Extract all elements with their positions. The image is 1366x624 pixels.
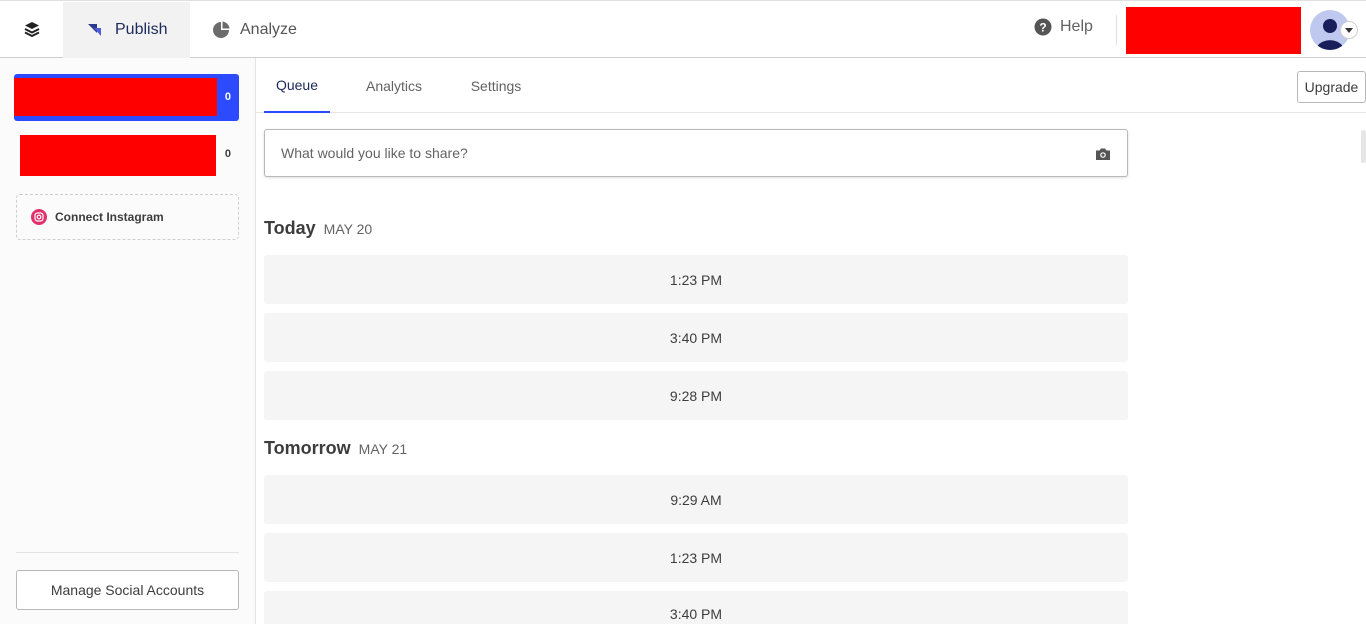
account-menu-toggle[interactable] bbox=[1340, 21, 1358, 39]
instagram-icon bbox=[31, 209, 47, 225]
account-post-count: 0 bbox=[224, 91, 231, 103]
nav-publish[interactable]: Publish bbox=[63, 2, 190, 58]
account-post-count: 0 bbox=[224, 148, 231, 160]
tab-queue[interactable]: Queue bbox=[264, 58, 330, 113]
connect-instagram-label: Connect Instagram bbox=[55, 210, 164, 224]
slot-time: 1:23 PM bbox=[669, 271, 723, 288]
sidebar-divider bbox=[16, 552, 239, 553]
sidebar: 0 0 Connect Instagram Manage Social Acco… bbox=[0, 58, 256, 624]
topbar-divider bbox=[1116, 15, 1117, 45]
help-label: Help bbox=[1060, 18, 1093, 35]
layers-logo-icon[interactable] bbox=[20, 18, 44, 42]
slot-time: 3:40 PM bbox=[669, 329, 723, 346]
connect-instagram-button[interactable]: Connect Instagram bbox=[16, 194, 239, 240]
help-link[interactable]: ? Help bbox=[1034, 18, 1093, 36]
day-name: Tomorrow bbox=[264, 438, 351, 458]
share-composer[interactable]: What would you like to share? bbox=[264, 129, 1128, 177]
tab-analytics[interactable]: Analytics bbox=[358, 58, 430, 113]
nav-analyze-label: Analyze bbox=[240, 21, 297, 38]
top-bar: Publish Analyze ? Help bbox=[0, 0, 1366, 58]
svg-text:?: ? bbox=[1039, 21, 1046, 35]
day-name: Today bbox=[264, 218, 316, 238]
nav-analyze[interactable]: Analyze bbox=[190, 2, 297, 58]
caret-down-icon bbox=[1345, 27, 1353, 33]
composer-placeholder: What would you like to share? bbox=[281, 145, 468, 161]
sidebar-account-2[interactable]: 0 bbox=[14, 134, 239, 176]
redacted-account-label bbox=[20, 135, 216, 176]
sidebar-account-1[interactable]: 0 bbox=[14, 74, 239, 121]
queue-slot[interactable]: 9:28 PM bbox=[264, 371, 1128, 420]
slot-time: 1:23 PM bbox=[669, 549, 723, 566]
tab-settings[interactable]: Settings bbox=[464, 58, 528, 113]
day-header-tomorrow: Tomorrow MAY 21 bbox=[264, 438, 407, 459]
slot-time: 3:40 PM bbox=[669, 606, 723, 622]
slot-time: 9:28 PM bbox=[669, 387, 723, 404]
day-date: MAY 20 bbox=[323, 221, 373, 237]
manage-social-accounts-button[interactable]: Manage Social Accounts bbox=[16, 570, 239, 610]
help-icon: ? bbox=[1034, 18, 1052, 36]
queue-slot[interactable]: 9:29 AM bbox=[264, 475, 1128, 524]
day-header-today: Today MAY 20 bbox=[264, 218, 372, 239]
scrollbar[interactable] bbox=[1361, 130, 1366, 163]
redacted-account-label bbox=[14, 78, 217, 116]
pie-chart-icon bbox=[213, 21, 230, 38]
publish-icon bbox=[88, 24, 101, 36]
camera-icon[interactable] bbox=[1095, 146, 1111, 162]
nav-publish-label: Publish bbox=[115, 21, 168, 38]
day-date: MAY 21 bbox=[358, 441, 408, 457]
upgrade-button[interactable]: Upgrade bbox=[1297, 71, 1366, 103]
queue-slot[interactable]: 3:40 PM bbox=[264, 591, 1128, 624]
slot-time: 9:29 AM bbox=[670, 491, 722, 508]
queue-slot[interactable]: 3:40 PM bbox=[264, 313, 1128, 362]
tab-bar: Queue Analytics Settings bbox=[256, 58, 1366, 113]
queue-slot[interactable]: 1:23 PM bbox=[264, 255, 1128, 304]
redacted-account-name bbox=[1126, 7, 1301, 54]
queue-slot[interactable]: 1:23 PM bbox=[264, 533, 1128, 582]
